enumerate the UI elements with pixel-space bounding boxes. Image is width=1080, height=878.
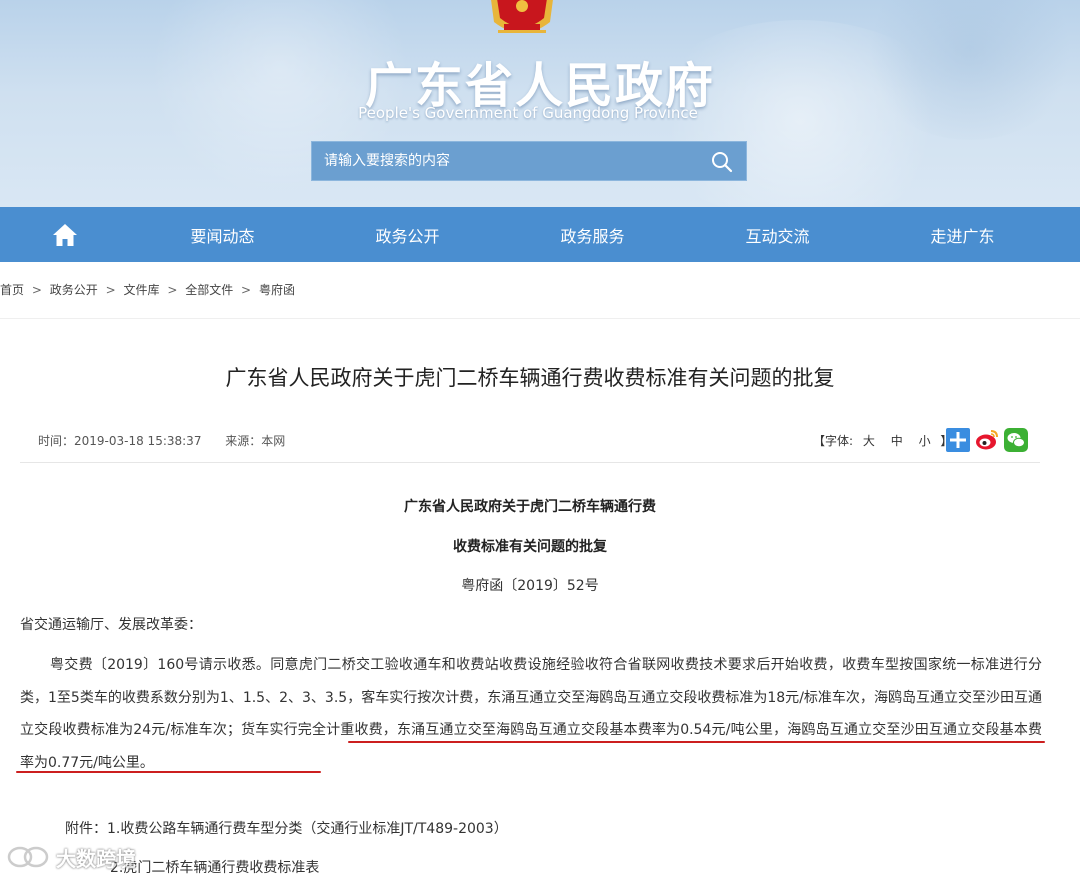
document-heading-line1: 广东省人民政府关于虎门二桥车辆通行费: [404, 499, 656, 515]
attachment-1[interactable]: 附件：1.收费公路车辆通行费车型分类（交通行业标准JT/T489-2003）: [65, 818, 508, 838]
weibo-icon[interactable]: [975, 428, 999, 452]
nav-item-services[interactable]: 政务服务: [500, 223, 685, 247]
home-icon: [53, 223, 77, 246]
nav-item-government-affairs[interactable]: 政务公开: [315, 223, 500, 247]
watermark-logo-icon: [7, 846, 49, 868]
attachment-2[interactable]: 2.虎门二桥车辆通行费收费标准表: [110, 857, 319, 877]
plus-share-icon[interactable]: [946, 428, 970, 452]
national-emblem-icon: [491, 0, 553, 33]
breadcrumb-government-affairs[interactable]: 政务公开: [50, 283, 98, 297]
article-meta: 时间：2019-03-18 15:38:37 来源：本网: [38, 432, 305, 449]
meta-divider: [20, 462, 1040, 463]
search-box: [311, 141, 747, 181]
breadcrumb-separator: >: [241, 283, 252, 297]
font-size-switcher: 【字体: 大 中 小 】: [813, 432, 952, 449]
article-source: 来源：本网: [225, 434, 286, 448]
breadcrumb-separator: >: [31, 283, 42, 297]
publish-time: 时间：2019-03-18 15:38:37: [38, 434, 202, 448]
breadcrumb-current[interactable]: 粤府函: [259, 283, 295, 297]
font-size-large-button[interactable]: 大: [863, 434, 875, 448]
main-nav: 要闻动态 政务公开 政务服务 互动交流 走进广东: [0, 207, 1080, 262]
nav-item-news[interactable]: 要闻动态: [130, 223, 315, 247]
red-underline-annotation: [348, 741, 1045, 743]
document-recipient: 省交通运输厅、发展改革委：: [20, 617, 202, 633]
breadcrumb-document-library[interactable]: 文件库: [123, 283, 159, 297]
breadcrumb-separator: >: [105, 283, 116, 297]
divider: [0, 318, 1080, 319]
search-input[interactable]: [312, 142, 702, 180]
document-number: 粤府函〔2019〕52号: [461, 578, 599, 594]
wechat-icon[interactable]: [1004, 428, 1028, 452]
breadcrumb-home[interactable]: 首页: [0, 283, 24, 297]
document-heading-line2: 收费标准有关问题的批复: [453, 539, 607, 555]
watermark-text: 大数跨境: [56, 846, 136, 871]
breadcrumb-all-documents[interactable]: 全部文件: [185, 283, 233, 297]
article-title: 广东省人民政府关于虎门二桥车辆通行费收费标准有关问题的批复: [225, 366, 835, 390]
font-size-small-button[interactable]: 小: [919, 434, 931, 448]
site-subtitle: People's Government of Guangdong Provinc…: [358, 104, 698, 122]
breadcrumb: 首页 > 政务公开 > 文件库 > 全部文件 > 粤府函: [0, 281, 295, 298]
nav-item-interaction[interactable]: 互动交流: [685, 223, 870, 247]
watermark: 大数跨境: [6, 840, 136, 874]
font-size-label: 【字体:: [813, 434, 854, 448]
nav-home[interactable]: [0, 207, 130, 262]
header-banner: 广东省人民政府 People's Government of Guangdong…: [0, 0, 1080, 207]
breadcrumb-separator: >: [167, 283, 178, 297]
nav-item-about-guangdong[interactable]: 走进广东: [870, 223, 1055, 247]
search-icon[interactable]: [710, 150, 734, 174]
red-underline-annotation: [16, 771, 321, 773]
font-size-medium-button[interactable]: 中: [891, 434, 903, 448]
document-body: 粤交费〔2019〕160号请示收悉。同意虎门二桥交工验收通车和收费站收费设施经验…: [20, 649, 1042, 779]
